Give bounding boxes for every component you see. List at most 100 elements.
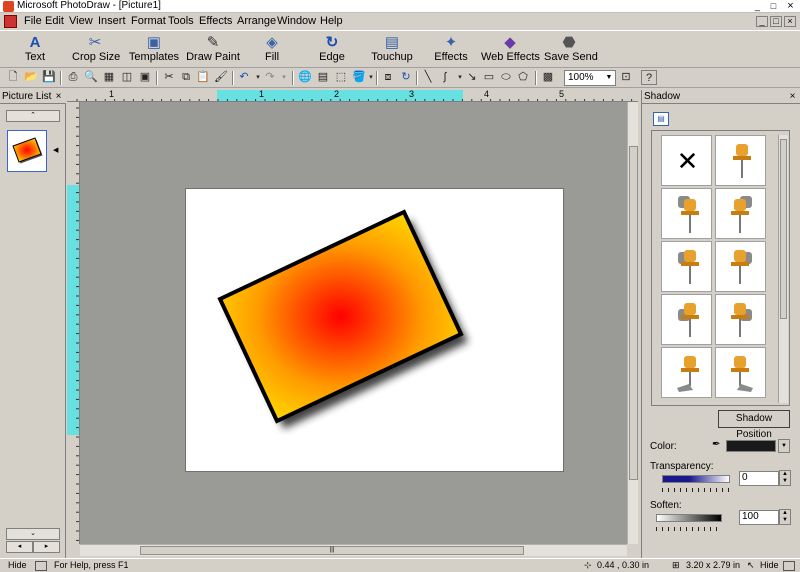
transparency-spinner[interactable]: ▲ ▼ [779, 470, 791, 486]
shadow-option[interactable] [715, 347, 766, 398]
redo-dropdown-icon[interactable]: ▾ [276, 70, 292, 85]
picture-list-toggle-icon[interactable] [35, 561, 47, 571]
zoom-fit-icon[interactable]: ⊡ [618, 70, 634, 85]
menu-window[interactable]: Window [275, 15, 318, 28]
object-properties-icon[interactable]: ▤ [315, 70, 331, 85]
gallery-scrollbar[interactable] [778, 135, 788, 403]
text-button[interactable]: A Text [20, 34, 50, 64]
picture-list-nav-left[interactable]: ◂ [6, 541, 33, 553]
curve-icon[interactable]: ∫ [437, 70, 453, 85]
picture-list-nav-right[interactable]: ▸ [33, 541, 60, 553]
picture-workspace[interactable] [80, 102, 627, 544]
rectangle-icon[interactable]: ▭ [481, 70, 497, 85]
doc-close-icon[interactable]: × [784, 16, 796, 27]
print-icon[interactable]: ⎙ [65, 70, 81, 85]
shadow-option[interactable] [715, 188, 766, 239]
format-painter-icon[interactable]: 🖌 [213, 70, 229, 85]
shadow-option[interactable] [715, 135, 766, 186]
shadow-position-button[interactable]: Shadow Position [718, 410, 790, 440]
shadow-option[interactable] [661, 241, 712, 292]
shape-icon[interactable]: ⬠ [515, 70, 531, 85]
menu-arrange[interactable]: Arrange [235, 15, 278, 28]
vertical-scroll-thumb[interactable] [629, 146, 638, 480]
rotate-icon[interactable]: ↻ [398, 70, 414, 85]
soften-input[interactable]: 100 [739, 510, 779, 525]
camera-icon[interactable]: ◫ [119, 70, 135, 85]
maximize-icon[interactable]: □ [768, 1, 779, 11]
hide-workpane-button[interactable]: Hide [760, 559, 779, 572]
menu-format[interactable]: Format [129, 15, 168, 28]
gallery-view-icon[interactable]: ▤ [653, 112, 669, 126]
hide-picture-list-button[interactable]: Hide [8, 559, 27, 572]
crop-size-button[interactable]: ✂ Crop Size [72, 34, 120, 64]
picture-list-close-icon[interactable]: × [53, 91, 64, 102]
vertical-ruler[interactable] [67, 102, 80, 544]
shadow-option[interactable] [661, 347, 712, 398]
horizontal-scroll-thumb[interactable]: ||| [140, 546, 524, 555]
menu-file[interactable]: File [22, 15, 44, 28]
menu-edit[interactable]: Edit [43, 15, 66, 28]
effects-button[interactable]: ✦ Effects [432, 34, 470, 64]
menu-tools[interactable]: Tools [166, 15, 196, 28]
menu-help[interactable]: Help [318, 15, 345, 28]
shadow-color-swatch[interactable] [726, 440, 776, 452]
print-preview-icon[interactable]: 🔍 [83, 70, 99, 85]
ellipse-icon[interactable]: ⬭ [498, 70, 514, 85]
fill-button[interactable]: ◈ Fill [260, 34, 284, 64]
horizontal-ruler[interactable]: 1 1 2 3 4 5 [67, 89, 638, 102]
draw-paint-button[interactable]: ✎ Draw Paint [186, 34, 240, 64]
shadow-none-option[interactable]: ✕ [661, 135, 712, 186]
picture-canvas[interactable] [185, 188, 564, 472]
transparency-input[interactable]: 0 [739, 471, 779, 486]
picture-setup-icon[interactable]: ▣ [137, 70, 153, 85]
picture-list-scroll-up[interactable]: ⌃ [6, 110, 60, 122]
paste-icon[interactable]: 📋 [195, 70, 211, 85]
picture-thumbnail[interactable] [7, 130, 47, 172]
open-icon[interactable]: 📂 [23, 70, 39, 85]
select-object-icon[interactable]: ⬚ [333, 70, 349, 85]
save-send-button[interactable]: ⬣ Save Send [544, 34, 598, 64]
close-icon[interactable]: × [785, 1, 796, 12]
touchup-button[interactable]: ▤ Touchup [370, 34, 414, 64]
shadow-option[interactable] [661, 188, 712, 239]
soften-slider[interactable] [656, 514, 722, 522]
panel-toggle-icon[interactable]: ↖ [747, 559, 755, 572]
transparency-slider[interactable] [662, 475, 730, 483]
line-icon[interactable]: ╲ [420, 70, 436, 85]
copy-icon[interactable]: ⧉ [178, 70, 194, 85]
view-picture-icon[interactable]: ▩ [540, 70, 556, 85]
document-icon[interactable] [4, 15, 17, 28]
minimize-icon[interactable]: _ [752, 1, 763, 11]
save-icon[interactable]: 💾 [41, 70, 57, 85]
templates-button[interactable]: ▣ Templates [128, 34, 180, 64]
horizontal-scrollbar[interactable]: ||| [80, 544, 627, 556]
doc-restore-icon[interactable]: □ [770, 16, 782, 27]
shadow-option[interactable] [715, 241, 766, 292]
arrange-icon[interactable]: ⧈ [380, 70, 396, 85]
vertical-scrollbar[interactable] [627, 102, 638, 544]
gallery-scroll-thumb[interactable] [780, 139, 787, 319]
arrow-icon[interactable]: ↘ [464, 70, 480, 85]
picture-list-scroll-down[interactable]: ⌄ [6, 528, 60, 540]
menu-effects[interactable]: Effects [197, 15, 234, 28]
workpane-toggle-icon[interactable] [783, 561, 795, 571]
soften-spinner[interactable]: ▲ ▼ [779, 509, 791, 525]
menu-insert[interactable]: Insert [96, 15, 128, 28]
menu-view[interactable]: View [67, 15, 95, 28]
scan-icon[interactable]: ▦ [101, 70, 117, 85]
photodraw-app-icon[interactable] [3, 1, 14, 12]
web-icon[interactable]: 🌐 [297, 70, 313, 85]
web-effects-button[interactable]: ◆ Web Effects [481, 34, 540, 64]
shadow-option[interactable] [661, 294, 712, 345]
color-dropdown-icon[interactable]: ▼ [778, 439, 790, 453]
zoom-dropdown-icon[interactable]: ▼ [604, 71, 614, 84]
doc-minimize-icon[interactable]: _ [756, 16, 768, 27]
gradient-rectangle-object[interactable] [186, 189, 565, 473]
eyedropper-icon[interactable]: ✒ [712, 439, 724, 453]
cut-icon[interactable]: ✂ [161, 70, 177, 85]
shadow-panel-close-icon[interactable]: × [787, 91, 798, 102]
help-icon[interactable]: ? [641, 70, 657, 85]
edge-button[interactable]: ↻ Edge [315, 34, 349, 64]
shadow-option[interactable] [715, 294, 766, 345]
new-icon[interactable]: 🗋 [5, 70, 21, 85]
